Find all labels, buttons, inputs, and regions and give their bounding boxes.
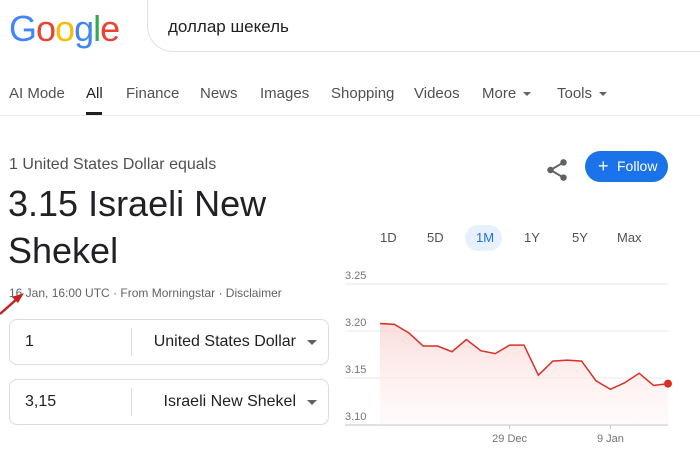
tab-tools[interactable]: Tools [557, 85, 608, 102]
share-icon[interactable] [544, 157, 570, 183]
search-box[interactable]: доллар шекель [147, 0, 700, 52]
meta-separator: · [113, 286, 118, 300]
follow-label: Follow [617, 158, 658, 174]
google-logo[interactable]: Google [9, 8, 120, 50]
logo-letter: o [36, 8, 56, 49]
chart-y-tick-label: 3.20 [345, 317, 366, 329]
from-currency-row: 1 United States Dollar [9, 319, 329, 365]
range-1y[interactable]: 1Y [524, 230, 540, 245]
tab-images[interactable]: Images [260, 85, 309, 102]
meta-separator: · [218, 286, 223, 300]
range-1d[interactable]: 1D [380, 230, 397, 245]
conversion-result: 3.15 Israeli New Shekel [8, 183, 267, 271]
chart-y-tick-label: 3.15 [345, 364, 366, 376]
disclaimer-link[interactable]: Disclaimer [226, 286, 282, 300]
tab-all[interactable]: All [86, 85, 103, 102]
caret-down-icon [523, 92, 532, 97]
tab-more-label: More [482, 85, 517, 102]
range-5y[interactable]: 5Y [572, 230, 588, 245]
from-amount-input[interactable]: 1 [25, 333, 34, 351]
follow-button[interactable]: + Follow [585, 151, 668, 182]
chart-y-tick-label: 3.25 [345, 270, 366, 282]
red-arrow-icon [0, 293, 24, 315]
source-label: From Morningstar [120, 286, 216, 300]
plus-icon: + [598, 156, 609, 176]
range-max[interactable]: Max [617, 230, 642, 245]
to-amount-input[interactable]: 3,15 [25, 393, 56, 411]
logo-letter: l [93, 8, 101, 49]
caret-down-icon [599, 92, 608, 97]
from-currency-select[interactable]: United States Dollar [154, 333, 296, 351]
chart-area-fill [380, 323, 668, 425]
active-tab-indicator [86, 112, 102, 115]
chart-y-tick-label: 3.10 [345, 411, 366, 423]
search-tabs: AI Mode All Finance News Images Shopping… [0, 84, 700, 116]
tab-ai-mode[interactable]: AI Mode [9, 85, 65, 102]
logo-letter: G [9, 8, 37, 49]
to-currency-row: 3,15 Israeli New Shekel [9, 379, 329, 425]
divider [131, 328, 132, 356]
logo-letter: o [55, 8, 75, 49]
divider [131, 388, 132, 416]
logo-letter: e [100, 8, 120, 49]
tab-shopping[interactable]: Shopping [331, 85, 394, 102]
logo-letter: g [74, 8, 94, 49]
range-5d[interactable]: 5D [427, 230, 444, 245]
tab-tools-label: Tools [557, 85, 593, 102]
dropdown-arrow-icon[interactable] [307, 400, 317, 405]
chart-x-tick-label: 29 Dec [492, 433, 527, 445]
tab-news[interactable]: News [200, 85, 238, 102]
exchange-rate-chart[interactable]: 3.25 3.20 3.15 3.10 29 Dec 9 Jan [335, 270, 675, 450]
to-currency-select[interactable]: Israeli New Shekel [164, 393, 297, 411]
chart-last-point [664, 379, 672, 388]
chart-x-tick-label: 9 Jan [597, 433, 624, 445]
result-meta: 16 Jan, 16:00 UTC · From Morningstar · D… [9, 286, 282, 300]
conversion-label: 1 United States Dollar equals [9, 156, 217, 173]
range-1m[interactable]: 1M [476, 230, 494, 245]
tab-more[interactable]: More [482, 85, 532, 102]
dropdown-arrow-icon[interactable] [307, 340, 317, 345]
tab-videos[interactable]: Videos [414, 85, 460, 102]
search-input[interactable]: доллар шекель [168, 17, 289, 37]
tab-finance[interactable]: Finance [126, 85, 179, 102]
